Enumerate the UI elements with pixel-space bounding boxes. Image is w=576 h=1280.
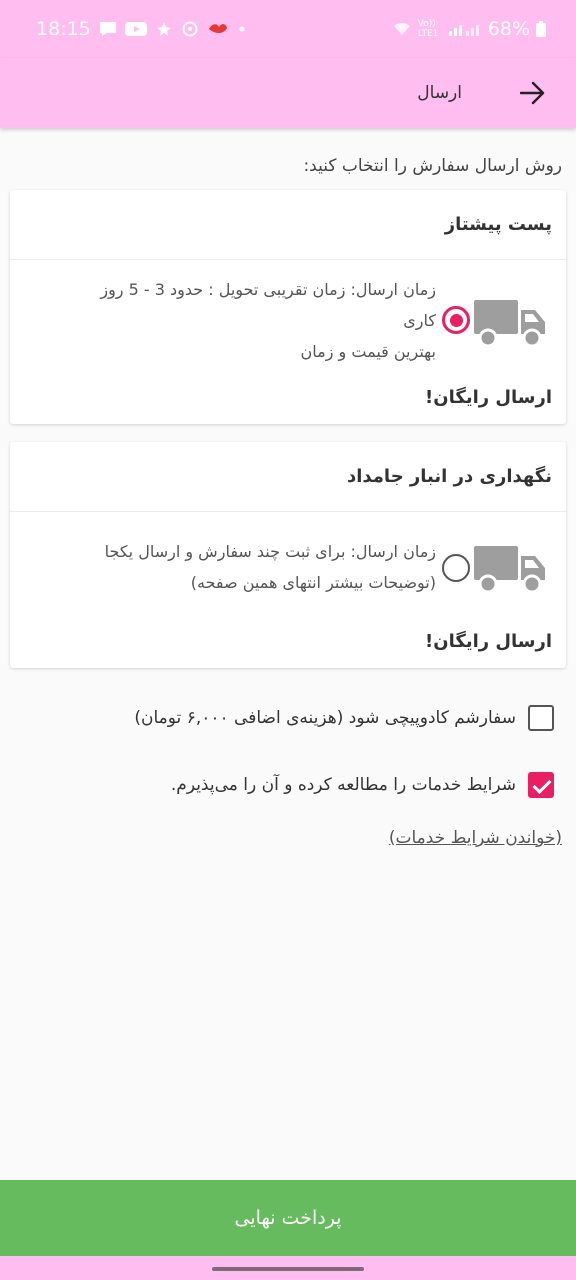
chat-icon <box>99 22 116 36</box>
status-bar: 18:15 Vo)) LTE1 68% <box>0 0 576 58</box>
shipping-radio-unselected[interactable] <box>442 554 470 582</box>
app-bar: ارسال <box>0 58 576 128</box>
gift-wrap-label: سفارشم کادوپیچی شود (هزینه‌ی اضافی ۶,۰۰۰… <box>134 708 516 728</box>
shipping-option-title: نگهداری در انبار جامداد <box>10 442 566 512</box>
back-button[interactable] <box>516 76 550 110</box>
description-line: (توضیحات بیشتر انتهای همین صفحه) <box>190 573 436 592</box>
terms-row[interactable]: شرایط خدمات را مطالعه کرده و آن را می‌پذ… <box>171 772 554 798</box>
gift-wrap-checkbox[interactable] <box>528 705 554 731</box>
shipping-option-title: پست پیشتاز <box>10 190 566 260</box>
shipping-option-card[interactable]: نگهداری در انبار جامداد زمان ارسال: برای… <box>10 442 566 668</box>
description-line: کاری <box>403 311 436 330</box>
description-line: زمان ارسال: برای ثبت چند سفارش و ارسال ی… <box>104 542 436 561</box>
truck-icon <box>474 300 545 348</box>
description-line: زمان ارسال: زمان تقریبی تحویل : حدود 3 -… <box>100 280 436 299</box>
app-icon <box>208 24 227 34</box>
battery-icon <box>536 21 546 37</box>
read-terms-link[interactable]: (خواندن شرایط خدمات) <box>389 828 562 848</box>
shipping-option-description: زمان ارسال: برای ثبت چند سفارش و ارسال ی… <box>36 536 436 598</box>
network-label: Vo)) LTE1 <box>417 19 439 39</box>
battery-percent: 68% <box>487 18 530 40</box>
truck-icon <box>474 546 545 594</box>
shipping-option-body: زمان ارسال: برای ثبت چند سفارش و ارسال ی… <box>10 512 566 624</box>
wifi-icon <box>393 22 410 35</box>
status-time: 18:15 <box>36 18 91 40</box>
shipping-option-card[interactable]: پست پیشتاز زمان ارسال: زمان تقریبی تحویل… <box>10 190 566 424</box>
status-right: Vo)) LTE1 68% <box>392 18 546 40</box>
youtube-icon <box>124 22 147 36</box>
signal-icon <box>448 25 479 36</box>
messenger-icon <box>182 21 198 37</box>
shipping-radio-selected[interactable] <box>442 306 470 334</box>
notification-icon <box>156 22 171 36</box>
shipping-option-price: ارسال رایگان! <box>425 387 552 408</box>
shipping-prompt: روش ارسال سفارش را انتخاب کنید: <box>303 156 562 176</box>
gift-wrap-row[interactable]: سفارشم کادوپیچی شود (هزینه‌ی اضافی ۶,۰۰۰… <box>134 705 554 731</box>
arrow-right-icon <box>520 81 545 105</box>
terms-label: شرایط خدمات را مطالعه کرده و آن را می‌پذ… <box>170 775 516 795</box>
page-title: ارسال <box>417 83 462 103</box>
home-handle[interactable] <box>212 1267 364 1271</box>
dot-icon <box>239 26 245 32</box>
shipping-option-body: زمان ارسال: زمان تقریبی تحویل : حدود 3 -… <box>10 260 566 372</box>
shipping-option-price: ارسال رایگان! <box>425 631 552 652</box>
final-payment-button[interactable]: پرداخت نهایی <box>0 1180 576 1256</box>
terms-checkbox[interactable] <box>528 772 554 798</box>
description-line: بهترین قیمت و زمان <box>300 342 436 361</box>
status-left: 18:15 <box>36 18 247 40</box>
shipping-option-description: زمان ارسال: زمان تقریبی تحویل : حدود 3 -… <box>36 274 436 367</box>
navigation-bar <box>0 1256 576 1280</box>
